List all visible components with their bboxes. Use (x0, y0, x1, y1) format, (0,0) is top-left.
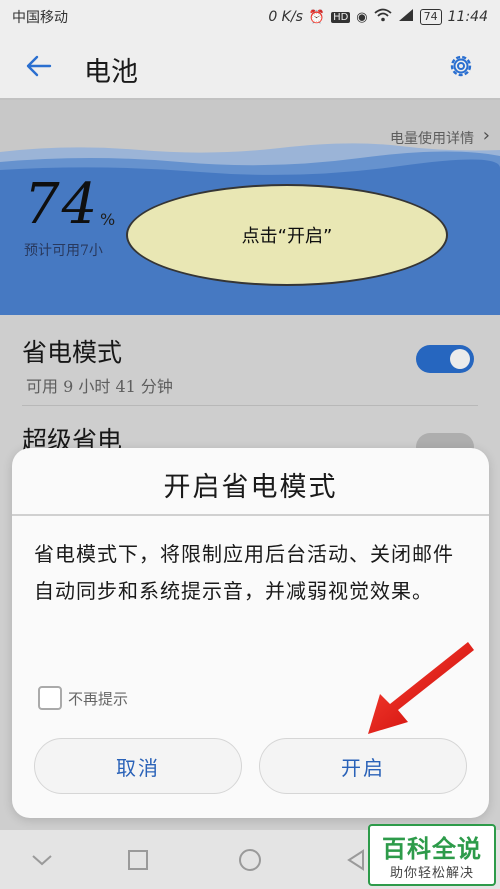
enable-button-label: 开启 (341, 755, 385, 780)
eye-icon: ◉ (356, 9, 368, 25)
nav-home-button[interactable] (234, 844, 266, 876)
home-circle-icon (239, 849, 261, 871)
watermark-subtitle: 助你轻松解决 (389, 866, 474, 881)
battery-estimate: 预计可用7小 (24, 243, 103, 259)
power-saving-dialog: 开启省电模式 省电模式下，将限制应用后台活动、关闭邮件自动同步和系统提示音，并减… (12, 448, 489, 818)
gear-icon (450, 55, 472, 77)
alarm-icon: ⏰ (308, 9, 326, 25)
status-indicators: 0 K/s ⏰ HD ◉ 74 11:44 (268, 8, 488, 26)
dont-show-again-label[interactable]: 不再提示 (68, 688, 128, 709)
carrier-label: 中国移动 (12, 10, 68, 26)
battery-icon: 74 (419, 9, 442, 25)
hd-icon: HD (331, 11, 351, 23)
wifi-icon (374, 8, 392, 26)
dont-show-again-checkbox[interactable] (38, 686, 62, 710)
dialog-divider (12, 514, 489, 516)
chevron-down-icon (32, 855, 52, 866)
watermark-title: 百科全说 (382, 835, 482, 863)
callout-text: 点击“开启” (241, 226, 333, 247)
app-bar: 电池 (0, 34, 500, 98)
power-saving-title: 省电模式 (22, 338, 123, 367)
row-divider (22, 405, 478, 406)
dialog-title: 开启省电模式 (163, 472, 338, 503)
red-arrow-annotation (368, 642, 474, 734)
clock: 11:44 (447, 9, 488, 25)
back-button[interactable] (20, 48, 56, 84)
status-bar: 中国移动 0 K/s ⏰ HD ◉ 74 11:44 (0, 0, 500, 34)
power-saving-toggle[interactable] (416, 345, 474, 373)
battery-percent: 74 (24, 172, 100, 237)
nav-recents-button[interactable] (122, 844, 154, 876)
network-speed: 0 K/s (268, 9, 303, 25)
chevron-right-icon[interactable]: › (483, 125, 490, 146)
watermark-logo: 百科全说 助你轻松解决 (368, 824, 496, 886)
percent-sign: % (100, 210, 116, 229)
arrow-left-icon (26, 55, 52, 77)
cancel-button[interactable]: 取消 (34, 738, 242, 794)
recents-square-icon (128, 850, 148, 870)
instruction-callout: 点击“开启” (126, 184, 448, 286)
dialog-message: 省电模式下，将限制应用后台活动、关闭邮件自动同步和系统提示音，并减弱视觉效果。 (34, 542, 454, 603)
cancel-button-label: 取消 (116, 755, 160, 780)
page-title: 电池 (84, 57, 138, 88)
settings-button[interactable] (444, 49, 478, 83)
enable-button[interactable]: 开启 (259, 738, 467, 794)
nav-collapse-button[interactable] (26, 844, 58, 876)
usage-details-link[interactable]: 电量使用详情 (390, 128, 474, 148)
power-saving-subtitle: 可用 9 小时 41 分钟 (26, 377, 173, 396)
signal-icon (398, 8, 414, 26)
back-triangle-icon (347, 849, 364, 871)
